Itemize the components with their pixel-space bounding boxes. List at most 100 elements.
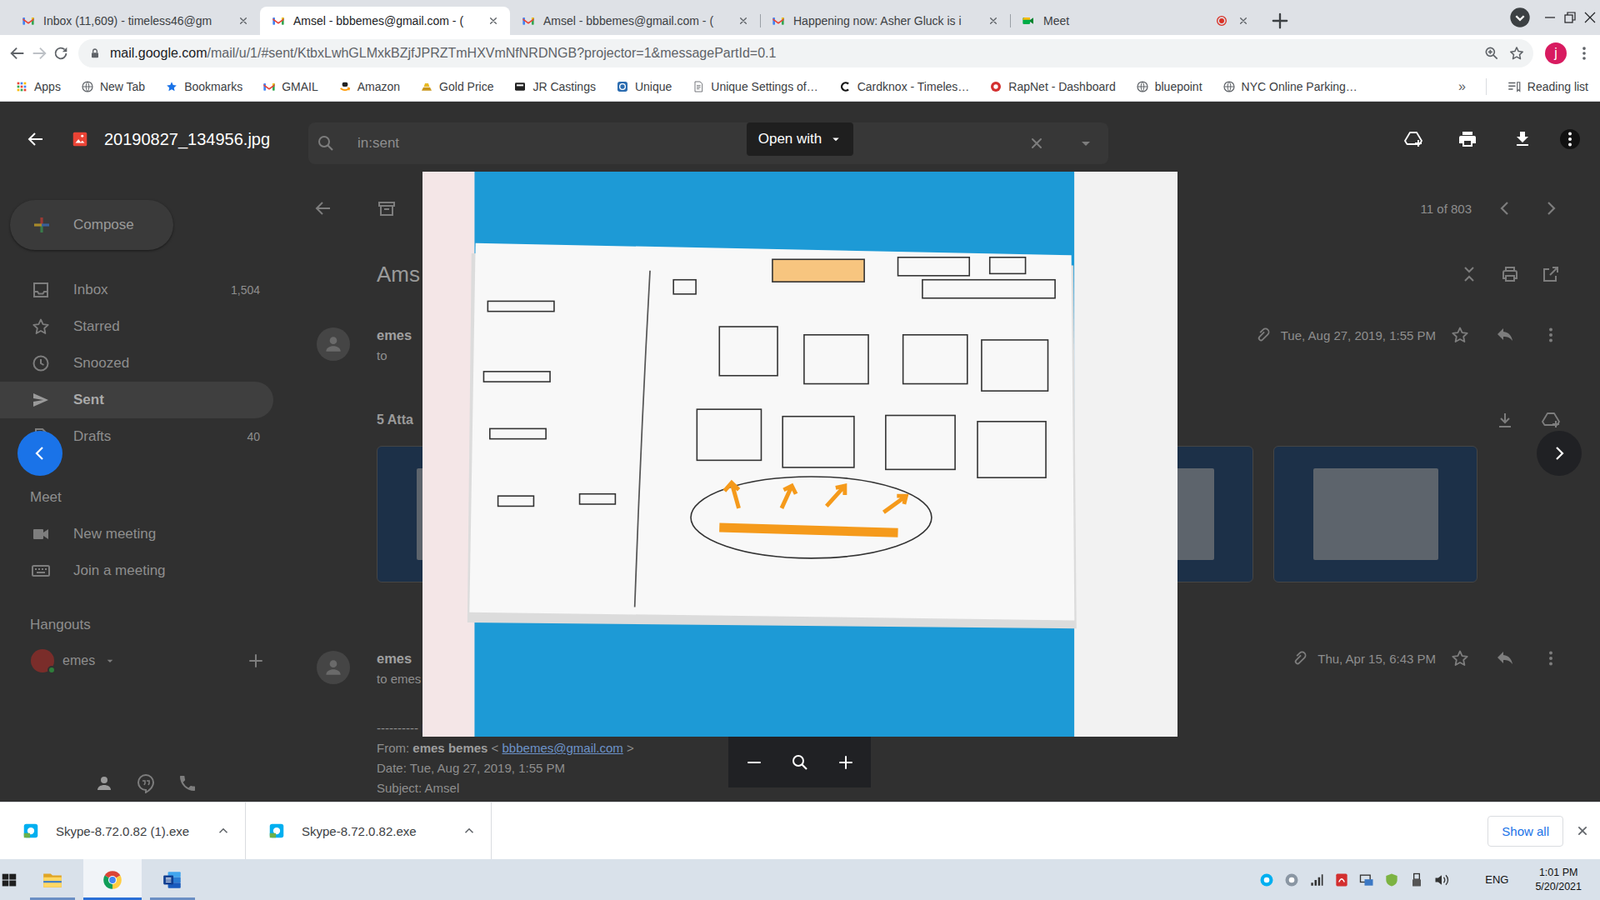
taskbar-app[interactable] <box>83 859 142 900</box>
bookmark[interactable]: Unique <box>615 80 672 94</box>
bookmark[interactable]: NYC Online Parking… <box>1222 80 1358 94</box>
forward-icon[interactable] <box>30 44 49 63</box>
search-options-icon[interactable] <box>1075 133 1096 154</box>
download-item[interactable]: Skype-8.72.0.82.exe <box>245 802 492 860</box>
print-icon[interactable] <box>1500 264 1520 285</box>
clock[interactable]: 1:01 PM5/20/2021 <box>1535 865 1582 895</box>
nav-item[interactable]: Inbox1,504 <box>0 271 274 309</box>
more-options-icon[interactable] <box>1560 129 1580 150</box>
shield-icon[interactable] <box>1383 871 1400 889</box>
skype-icon[interactable] <box>1258 871 1275 889</box>
bookmark[interactable]: GMAIL <box>262 80 319 94</box>
close-icon[interactable] <box>486 14 500 28</box>
bookmark[interactable]: RapNet - Dashboard <box>989 80 1115 94</box>
add-to-drive-icon[interactable] <box>1403 129 1424 150</box>
bookmark[interactable]: Amazon <box>338 80 400 94</box>
skype-icon[interactable] <box>1283 871 1300 889</box>
signal-icon[interactable] <box>1308 871 1325 889</box>
bookmark[interactable]: Gold Price <box>420 80 494 94</box>
browser-tab[interactable]: Meet <box>1010 6 1260 35</box>
back-icon[interactable] <box>8 44 27 63</box>
close-icon[interactable] <box>1236 14 1250 28</box>
show-all-button[interactable]: Show all <box>1487 815 1564 847</box>
menu-icon[interactable] <box>1575 44 1594 63</box>
minimize-icon[interactable] <box>1540 7 1560 28</box>
language-indicator[interactable]: ENG <box>1485 873 1509 886</box>
bookmark[interactable]: Bookmarks <box>165 80 243 94</box>
more-icon[interactable] <box>1540 325 1561 345</box>
star-icon[interactable] <box>1450 325 1470 345</box>
bookmark-star-icon[interactable] <box>1508 45 1525 62</box>
volume-icon[interactable] <box>1433 871 1450 889</box>
close-icon[interactable] <box>736 14 750 28</box>
search-box[interactable]: in:sent <box>308 122 1109 165</box>
browser-tab[interactable]: Inbox (11,609) - timeless46@gm <box>10 6 260 35</box>
email-link[interactable]: bbbemes@gmail.com <box>502 740 624 755</box>
meet-item[interactable]: Join a meeting <box>0 552 274 590</box>
reply-icon[interactable] <box>1495 325 1515 345</box>
zoom-icon[interactable] <box>1483 45 1500 62</box>
back-icon[interactable] <box>313 198 334 219</box>
zoom-out-icon[interactable] <box>744 752 765 773</box>
download-item[interactable]: Skype-8.72.0.82 (1).exe <box>0 802 246 860</box>
close-window-icon[interactable] <box>1580 7 1600 28</box>
bookmark[interactable]: JR Castings <box>513 80 595 94</box>
open-new-window-icon[interactable] <box>1540 264 1561 285</box>
nav-item[interactable]: Snoozed <box>0 345 274 382</box>
taskbar-app[interactable] <box>23 859 82 900</box>
bookmark[interactable]: bluepoint <box>1135 80 1203 94</box>
browser-tab[interactable]: Amsel - bbbemes@gmail.com - ( <box>260 6 510 35</box>
clear-search-icon[interactable] <box>1026 133 1047 154</box>
taskbar-app[interactable] <box>143 859 202 900</box>
hangouts-icon[interactable] <box>135 773 156 794</box>
add-to-drive-icon[interactable] <box>1540 410 1561 430</box>
older-icon[interactable] <box>1540 198 1561 219</box>
chevron-up-icon[interactable] <box>215 823 231 839</box>
hangouts-user[interactable]: emes <box>0 643 275 679</box>
nav-item[interactable]: Sent <box>0 381 274 419</box>
zoom-in-icon[interactable] <box>835 752 856 773</box>
browser-tab[interactable]: Happening now: Asher Gluck is i <box>760 6 1010 35</box>
new-tab-icon[interactable] <box>1268 9 1292 33</box>
search-icon[interactable] <box>315 133 336 154</box>
browser-tab[interactable]: Amsel - bbbemes@gmail.com - ( <box>510 6 760 35</box>
archive-icon[interactable] <box>376 198 397 219</box>
print-icon[interactable] <box>1457 129 1478 150</box>
phone-icon[interactable] <box>177 773 198 794</box>
bookmark[interactable]: Unique Settings of… <box>691 80 818 94</box>
star-icon[interactable] <box>1450 648 1470 669</box>
close-viewer-icon[interactable] <box>25 129 46 150</box>
add-icon[interactable] <box>245 650 266 671</box>
tab-search-icon[interactable] <box>1508 5 1532 30</box>
restore-icon[interactable] <box>1560 7 1580 28</box>
bookmark[interactable]: Cardknox - Timeles… <box>838 80 970 94</box>
attachment-thumbnail[interactable] <box>1273 445 1478 583</box>
previous-button[interactable] <box>17 430 63 476</box>
zoom-reset-icon[interactable] <box>790 752 810 773</box>
close-icon[interactable] <box>986 14 1000 28</box>
bookmark[interactable]: Apps <box>15 80 61 94</box>
meet-item[interactable]: New meeting <box>0 515 274 553</box>
more-icon[interactable] <box>1540 648 1561 669</box>
nav-item[interactable]: Starred <box>0 308 274 345</box>
reading-list[interactable]: Reading list <box>1506 79 1589 95</box>
pdf-icon[interactable] <box>1333 871 1350 889</box>
profile-avatar[interactable]: j <box>1545 42 1567 65</box>
windows-start-icon[interactable] <box>0 870 19 890</box>
expand-icon[interactable] <box>1459 264 1480 285</box>
caret-icon[interactable] <box>103 654 117 668</box>
download-icon[interactable] <box>1512 129 1533 150</box>
reload-icon[interactable] <box>51 44 70 63</box>
open-with-button[interactable]: Open with <box>746 122 855 156</box>
bookmark[interactable]: New Tab <box>80 80 145 94</box>
bookmarks-overflow[interactable]: » <box>1458 79 1466 95</box>
download-all-icon[interactable] <box>1495 410 1515 430</box>
close-icon[interactable] <box>1574 822 1591 840</box>
compose-button[interactable]: Compose <box>10 200 174 250</box>
reply-icon[interactable] <box>1495 648 1515 669</box>
network-icon[interactable] <box>1358 871 1375 889</box>
person-icon[interactable] <box>94 773 115 794</box>
chevron-up-icon[interactable] <box>461 823 477 839</box>
close-icon[interactable] <box>236 14 250 28</box>
address-bar[interactable]: mail.google.com/mail/u/1/#sent/KtbxLwhGL… <box>78 39 1534 68</box>
